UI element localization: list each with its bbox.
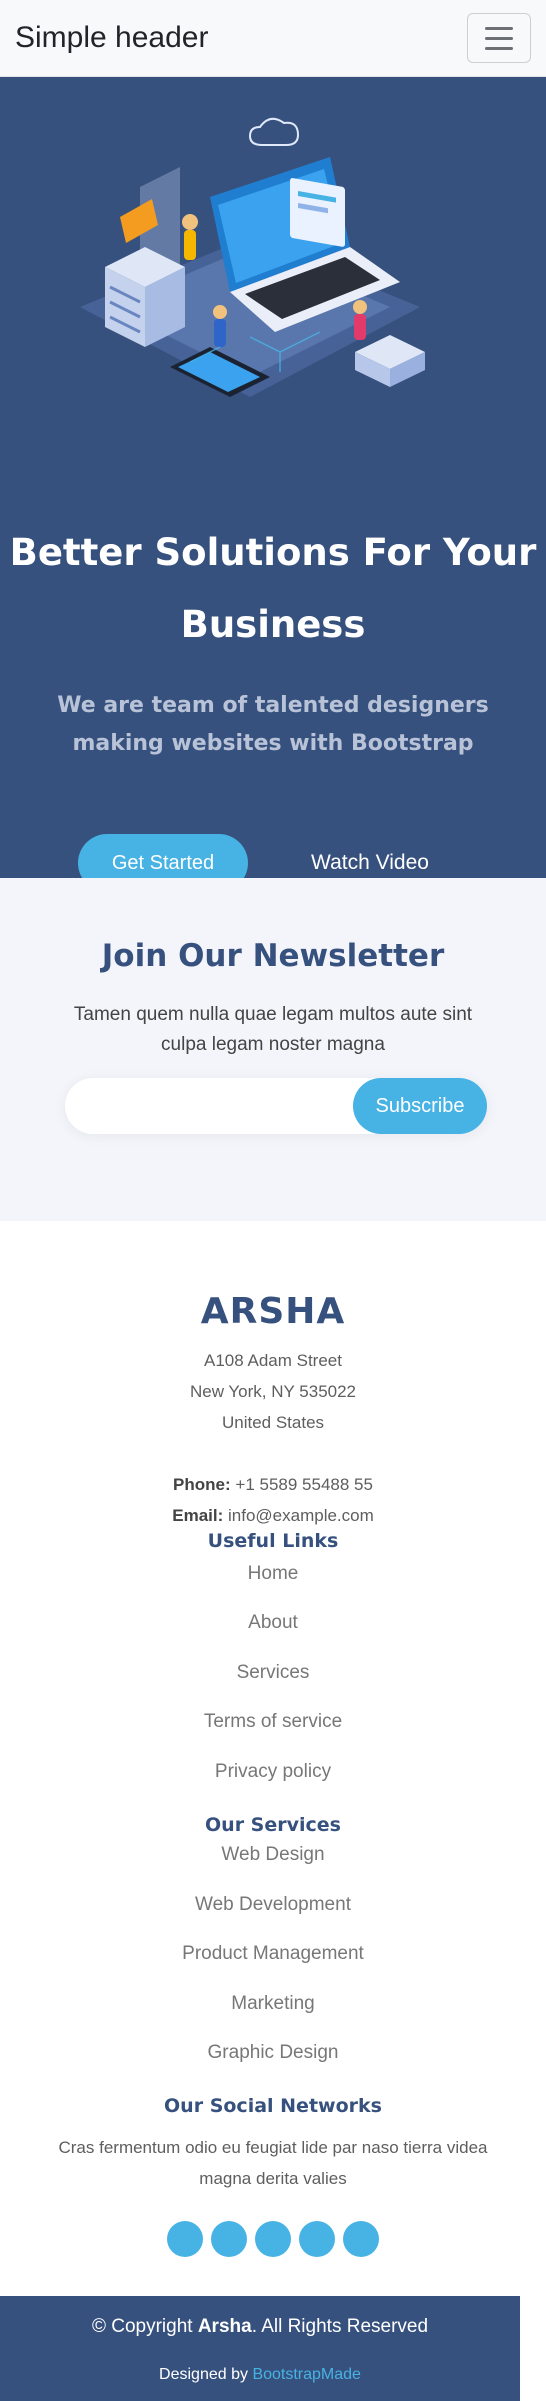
navbar: Simple header <box>0 0 546 77</box>
hero-illustration <box>80 117 425 397</box>
facebook-icon[interactable] <box>211 2221 247 2257</box>
twitter-icon[interactable] <box>167 2221 203 2257</box>
linkedin-icon[interactable] <box>343 2221 379 2257</box>
footer-service-marketing[interactable]: Marketing <box>0 1993 546 2015</box>
footer-link-home[interactable]: Home <box>0 1563 546 1585</box>
address-line1: A108 Adam Street <box>204 1351 342 1370</box>
instagram-icon[interactable] <box>255 2221 291 2257</box>
newsletter-form: Subscribe <box>65 1078 487 1134</box>
footer-service-graphic-design[interactable]: Graphic Design <box>0 2042 546 2064</box>
newsletter-title: Join Our Newsletter <box>101 938 445 974</box>
footer-link-terms[interactable]: Terms of service <box>0 1711 546 1733</box>
designer-link[interactable]: BootstrapMade <box>252 2366 361 2383</box>
copyright-brand: Arsha <box>197 2316 252 2337</box>
copyright-bar: © Copyright Arsha. All Rights Reserved D… <box>0 2296 520 2401</box>
newsletter-section: Join Our Newsletter Tamen quem nulla qua… <box>0 878 546 1221</box>
hero-section: Better Solutions For Your Business We ar… <box>0 77 546 892</box>
phone-row: Phone: +1 5589 55488 55 <box>0 1475 546 1495</box>
email-row: Email: info@example.com <box>0 1506 546 1526</box>
hero-subtitle: We are team of talented designers making… <box>57 693 489 756</box>
designed-by: Designed by BootstrapMade <box>159 2366 361 2383</box>
social-text: Cras fermentum odio eu feugiat lide par … <box>58 2138 488 2188</box>
useful-links-heading: Useful Links <box>207 1530 339 1552</box>
footer-service-web-development[interactable]: Web Development <box>0 1894 546 1916</box>
address-line2: New York, NY 535022 <box>189 1382 357 1401</box>
address-line3: United States <box>221 1413 325 1432</box>
phone-label: Phone: <box>173 1475 231 1494</box>
footer-service-web-design[interactable]: Web Design <box>0 1844 546 1866</box>
social-heading: Our Social Networks <box>164 2095 382 2117</box>
navbar-brand[interactable]: Simple header <box>15 21 208 55</box>
footer-logo[interactable]: ARSHA <box>0 1291 546 1332</box>
social-links <box>0 2221 546 2257</box>
footer-link-services[interactable]: Services <box>0 1662 546 1684</box>
email-label: Email: <box>172 1506 224 1525</box>
newsletter-email-input[interactable] <box>65 1078 355 1134</box>
hamburger-icon <box>485 26 513 30</box>
footer-link-privacy[interactable]: Privacy policy <box>0 1761 546 1783</box>
copyright-text: © Copyright Arsha. All Rights Reserved <box>91 2316 429 2337</box>
footer-link-about[interactable]: About <box>0 1612 546 1634</box>
services-heading: Our Services <box>205 1814 341 1836</box>
phone-value: +1 5589 55488 55 <box>235 1475 373 1494</box>
subscribe-button[interactable]: Subscribe <box>353 1078 487 1134</box>
menu-toggle-button[interactable] <box>467 13 531 63</box>
newsletter-text: Tamen quem nulla quae legam multos aute … <box>73 1004 473 1055</box>
footer-service-product-management[interactable]: Product Management <box>0 1943 546 1965</box>
hero-title: Better Solutions For Your Business <box>9 531 537 646</box>
skype-icon[interactable] <box>299 2221 335 2257</box>
email-value: info@example.com <box>228 1506 374 1525</box>
footer: ARSHA A108 Adam Street New York, NY 5350… <box>0 1221 546 2296</box>
